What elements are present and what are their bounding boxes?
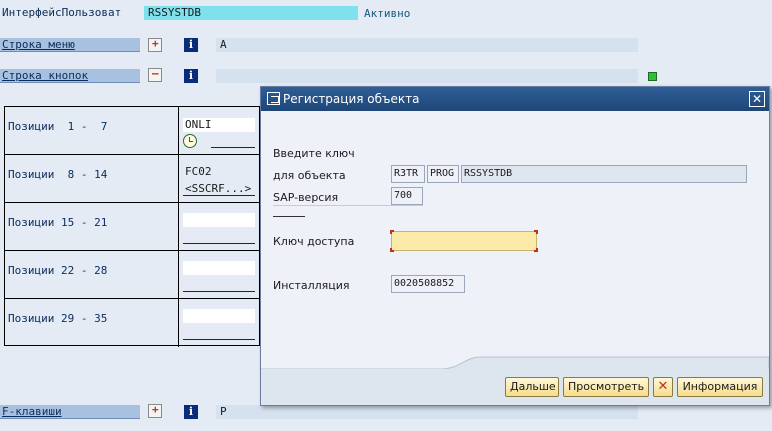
positions-table: Позиции 1 - 7 ONLI Позиции 8 - 14 FC02 <… xyxy=(4,106,260,347)
menu-bar-value[interactable]: A xyxy=(216,38,638,52)
access-key-label: Ключ доступа xyxy=(273,235,355,248)
collapse-icon[interactable] xyxy=(148,67,162,82)
position-slot[interactable] xyxy=(183,230,255,244)
position-label: Позиции 1 - 7 xyxy=(5,107,179,154)
sap-version-field: 700 xyxy=(391,187,423,205)
position-label: Позиции 8 - 14 xyxy=(5,155,179,202)
next-button[interactable]: Дальше xyxy=(505,377,559,397)
object-registration-dialog: Регистрация объекта ✕ Введите ключ для о… xyxy=(260,86,770,406)
position-slot[interactable] xyxy=(183,213,255,227)
info-button[interactable]: Информация xyxy=(677,377,763,397)
enter-key-label: Введите ключ xyxy=(273,147,355,160)
button-bar-label[interactable]: Строка кнопок xyxy=(0,69,140,83)
interface-value[interactable]: RSSYSTDB xyxy=(144,6,358,20)
object-type-r3tr: R3TR xyxy=(391,165,425,183)
cancel-x-icon[interactable]: ✕ xyxy=(653,377,673,397)
close-icon[interactable]: ✕ xyxy=(749,91,765,107)
function-keys-label[interactable]: F-клавиши xyxy=(0,405,140,419)
clock-icon[interactable] xyxy=(183,134,197,148)
table-row: Позиции 29 - 35 xyxy=(5,299,259,347)
for-object-label: для объекта xyxy=(273,169,346,182)
table-row: Позиции 22 - 28 xyxy=(5,251,259,299)
position-label: Позиции 22 - 28 xyxy=(5,251,179,298)
info-icon[interactable]: i xyxy=(184,69,198,83)
info-icon[interactable]: i xyxy=(184,405,198,419)
table-row: Позиции 15 - 21 xyxy=(5,203,259,251)
sap-version-label: SAP-версия xyxy=(273,191,339,204)
position-label: Позиции 15 - 21 xyxy=(5,203,179,250)
position-slot[interactable]: <SSCRF...> xyxy=(183,182,255,196)
green-status-icon xyxy=(648,72,657,81)
info-icon[interactable]: i xyxy=(184,38,198,52)
position-slot[interactable] xyxy=(183,309,255,323)
position-slot[interactable]: ONLI xyxy=(183,118,255,132)
position-label: Позиции 29 - 35 xyxy=(5,299,179,347)
position-slot[interactable] xyxy=(183,278,255,292)
button-bar-value[interactable] xyxy=(216,69,638,83)
dialog-icon xyxy=(267,92,280,105)
position-slot[interactable]: FC02 xyxy=(183,165,255,179)
expand-icon[interactable] xyxy=(148,403,162,418)
expand-icon[interactable] xyxy=(148,37,162,52)
dialog-title: Регистрация объекта xyxy=(283,92,420,106)
position-slot[interactable] xyxy=(183,326,255,340)
object-type-prog: PROG xyxy=(427,165,459,183)
table-row: Позиции 8 - 14 FC02 <SSCRF...> xyxy=(5,155,259,203)
position-slot[interactable] xyxy=(183,261,255,275)
dialog-titlebar[interactable]: Регистрация объекта ✕ xyxy=(261,87,769,111)
separator xyxy=(273,216,305,217)
interface-label: ИнтерфейсПользоват xyxy=(0,6,140,20)
access-key-input[interactable] xyxy=(390,230,538,252)
view-button[interactable]: Просмотреть xyxy=(563,377,649,397)
slot-underline xyxy=(211,147,255,148)
status-text: Активно xyxy=(364,7,411,20)
installation-field: 0020508852 xyxy=(391,275,465,293)
menu-bar-label[interactable]: Строка меню xyxy=(0,38,140,52)
object-name-field: RSSYSTDB xyxy=(461,165,747,183)
function-keys-value[interactable]: P xyxy=(216,405,638,419)
installation-label: Инсталляция xyxy=(273,279,350,292)
table-row: Позиции 1 - 7 ONLI xyxy=(5,107,259,155)
